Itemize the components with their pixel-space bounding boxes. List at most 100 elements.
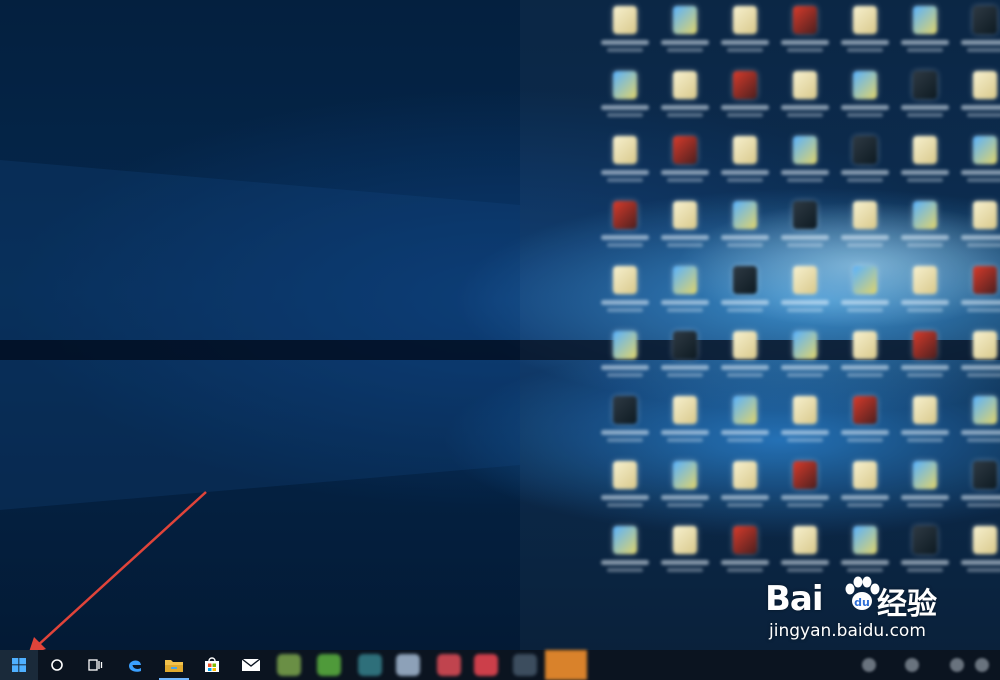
shortcut-label-blurred: [727, 48, 763, 52]
shortcut-label-blurred: [901, 430, 949, 435]
shortcut-label-blurred: [607, 113, 643, 117]
desktop-shortcut-icon[interactable]: [715, 197, 775, 257]
desktop-shortcut-icon[interactable]: [955, 132, 1000, 192]
desktop-shortcut-icon[interactable]: [715, 522, 775, 582]
edge-taskbar-button[interactable]: [116, 650, 154, 680]
desktop-shortcut-icon[interactable]: [595, 132, 655, 192]
desktop-shortcut-icon[interactable]: [715, 262, 775, 322]
desktop-shortcut-icon[interactable]: [595, 522, 655, 582]
shortcut-label-blurred: [901, 365, 949, 370]
tray-icon[interactable]: [950, 658, 964, 672]
shortcut-label-blurred: [607, 308, 643, 312]
watermark-brand-suffix: 经验: [877, 587, 937, 622]
desktop-shortcut-icon[interactable]: [715, 2, 775, 62]
desktop-shortcut-icon[interactable]: [595, 67, 655, 127]
desktop-shortcut-icon[interactable]: [655, 2, 715, 62]
desktop-shortcut-icon[interactable]: [895, 392, 955, 452]
tray-icon[interactable]: [905, 658, 919, 672]
app-icon[interactable]: [545, 650, 587, 680]
desktop-shortcut-icon[interactable]: [955, 392, 1000, 452]
desktop-shortcut-icon[interactable]: [655, 522, 715, 582]
desktop-shortcut-icon[interactable]: [835, 392, 895, 452]
desktop-shortcut-icon[interactable]: [655, 197, 715, 257]
desktop-shortcut-icon[interactable]: [715, 132, 775, 192]
desktop-shortcut-icon[interactable]: [595, 197, 655, 257]
desktop-shortcut-icon[interactable]: [955, 2, 1000, 62]
desktop-shortcut-icon[interactable]: [895, 2, 955, 62]
start-button[interactable]: [0, 650, 38, 680]
desktop-shortcut-icon[interactable]: [655, 132, 715, 192]
app-icon[interactable]: [513, 654, 537, 676]
desktop-shortcut-icon[interactable]: [895, 197, 955, 257]
tray-icon[interactable]: [862, 658, 876, 672]
shortcut-label-blurred: [841, 300, 889, 305]
shortcut-label-blurred: [667, 48, 703, 52]
desktop-shortcut-icon[interactable]: [895, 132, 955, 192]
desktop-shortcut-icon[interactable]: [655, 67, 715, 127]
desktop-shortcut-icon[interactable]: [835, 262, 895, 322]
desktop-shortcut-icon[interactable]: [775, 392, 835, 452]
desktop-shortcut-icon[interactable]: [775, 197, 835, 257]
desktop-shortcut-icon[interactable]: [955, 67, 1000, 127]
desktop-shortcut-icon[interactable]: [775, 67, 835, 127]
app-icon[interactable]: [317, 654, 341, 676]
desktop-shortcut-icon[interactable]: [715, 457, 775, 517]
mail-taskbar-button[interactable]: [232, 650, 270, 680]
shortcut-label-blurred: [781, 40, 829, 45]
desktop-shortcut-icon[interactable]: [895, 262, 955, 322]
shortcut-label-blurred: [781, 560, 829, 565]
desktop-shortcut-icon[interactable]: [895, 522, 955, 582]
tray-icon[interactable]: [975, 658, 989, 672]
desktop-shortcut-icon[interactable]: [835, 457, 895, 517]
desktop-shortcut-icon[interactable]: [895, 67, 955, 127]
task-view-button[interactable]: [76, 650, 114, 680]
file-explorer-taskbar-button[interactable]: [155, 650, 193, 680]
desktop-shortcut-icon[interactable]: [775, 522, 835, 582]
desktop-shortcut-icon[interactable]: [715, 392, 775, 452]
shortcut-glyph-icon: [793, 526, 817, 554]
desktop-shortcut-icon[interactable]: [595, 457, 655, 517]
app-icon[interactable]: [474, 654, 498, 676]
desktop-shortcut-icon[interactable]: [775, 2, 835, 62]
app-icon[interactable]: [277, 654, 301, 676]
shortcut-glyph-icon: [853, 331, 877, 359]
desktop-shortcut-icon[interactable]: [655, 262, 715, 322]
desktop-shortcut-icon[interactable]: [835, 67, 895, 127]
desktop-shortcut-icon[interactable]: [775, 327, 835, 387]
desktop-shortcut-icon[interactable]: [595, 392, 655, 452]
desktop-shortcut-icon[interactable]: [595, 262, 655, 322]
desktop-shortcut-icon[interactable]: [775, 262, 835, 322]
app-icon[interactable]: [396, 654, 420, 676]
desktop-shortcut-icon[interactable]: [895, 457, 955, 517]
desktop-shortcut-icon[interactable]: [835, 327, 895, 387]
desktop-shortcut-icon[interactable]: [835, 197, 895, 257]
taskbar: [0, 650, 1000, 680]
desktop-shortcut-icon[interactable]: [655, 327, 715, 387]
desktop-shortcut-icon[interactable]: [895, 327, 955, 387]
desktop-shortcut-icon[interactable]: [655, 457, 715, 517]
cortana-search-button[interactable]: [38, 650, 76, 680]
shortcut-label-blurred: [907, 178, 943, 182]
shortcut-glyph-icon: [673, 396, 697, 424]
desktop-shortcut-icon[interactable]: [775, 457, 835, 517]
app-icon[interactable]: [437, 654, 461, 676]
desktop-shortcut-icon[interactable]: [595, 2, 655, 62]
shortcut-label-blurred: [847, 48, 883, 52]
desktop-shortcut-icon[interactable]: [715, 327, 775, 387]
app-icon[interactable]: [358, 654, 382, 676]
desktop-shortcut-icon[interactable]: [955, 197, 1000, 257]
shortcut-label-blurred: [907, 113, 943, 117]
desktop-shortcut-icon[interactable]: [955, 327, 1000, 387]
shortcut-label-blurred: [787, 503, 823, 507]
desktop-shortcut-icon[interactable]: [655, 392, 715, 452]
desktop-shortcut-icon[interactable]: [775, 132, 835, 192]
desktop-shortcut-icon[interactable]: [835, 2, 895, 62]
store-taskbar-button[interactable]: [193, 650, 231, 680]
desktop-shortcut-icon[interactable]: [955, 457, 1000, 517]
desktop-shortcut-icon[interactable]: [595, 327, 655, 387]
desktop-shortcut-icon[interactable]: [955, 262, 1000, 322]
shortcut-label-blurred: [781, 170, 829, 175]
desktop-shortcut-icon[interactable]: [715, 67, 775, 127]
desktop-shortcut-icon[interactable]: [955, 522, 1000, 582]
desktop-shortcut-icon[interactable]: [835, 132, 895, 192]
